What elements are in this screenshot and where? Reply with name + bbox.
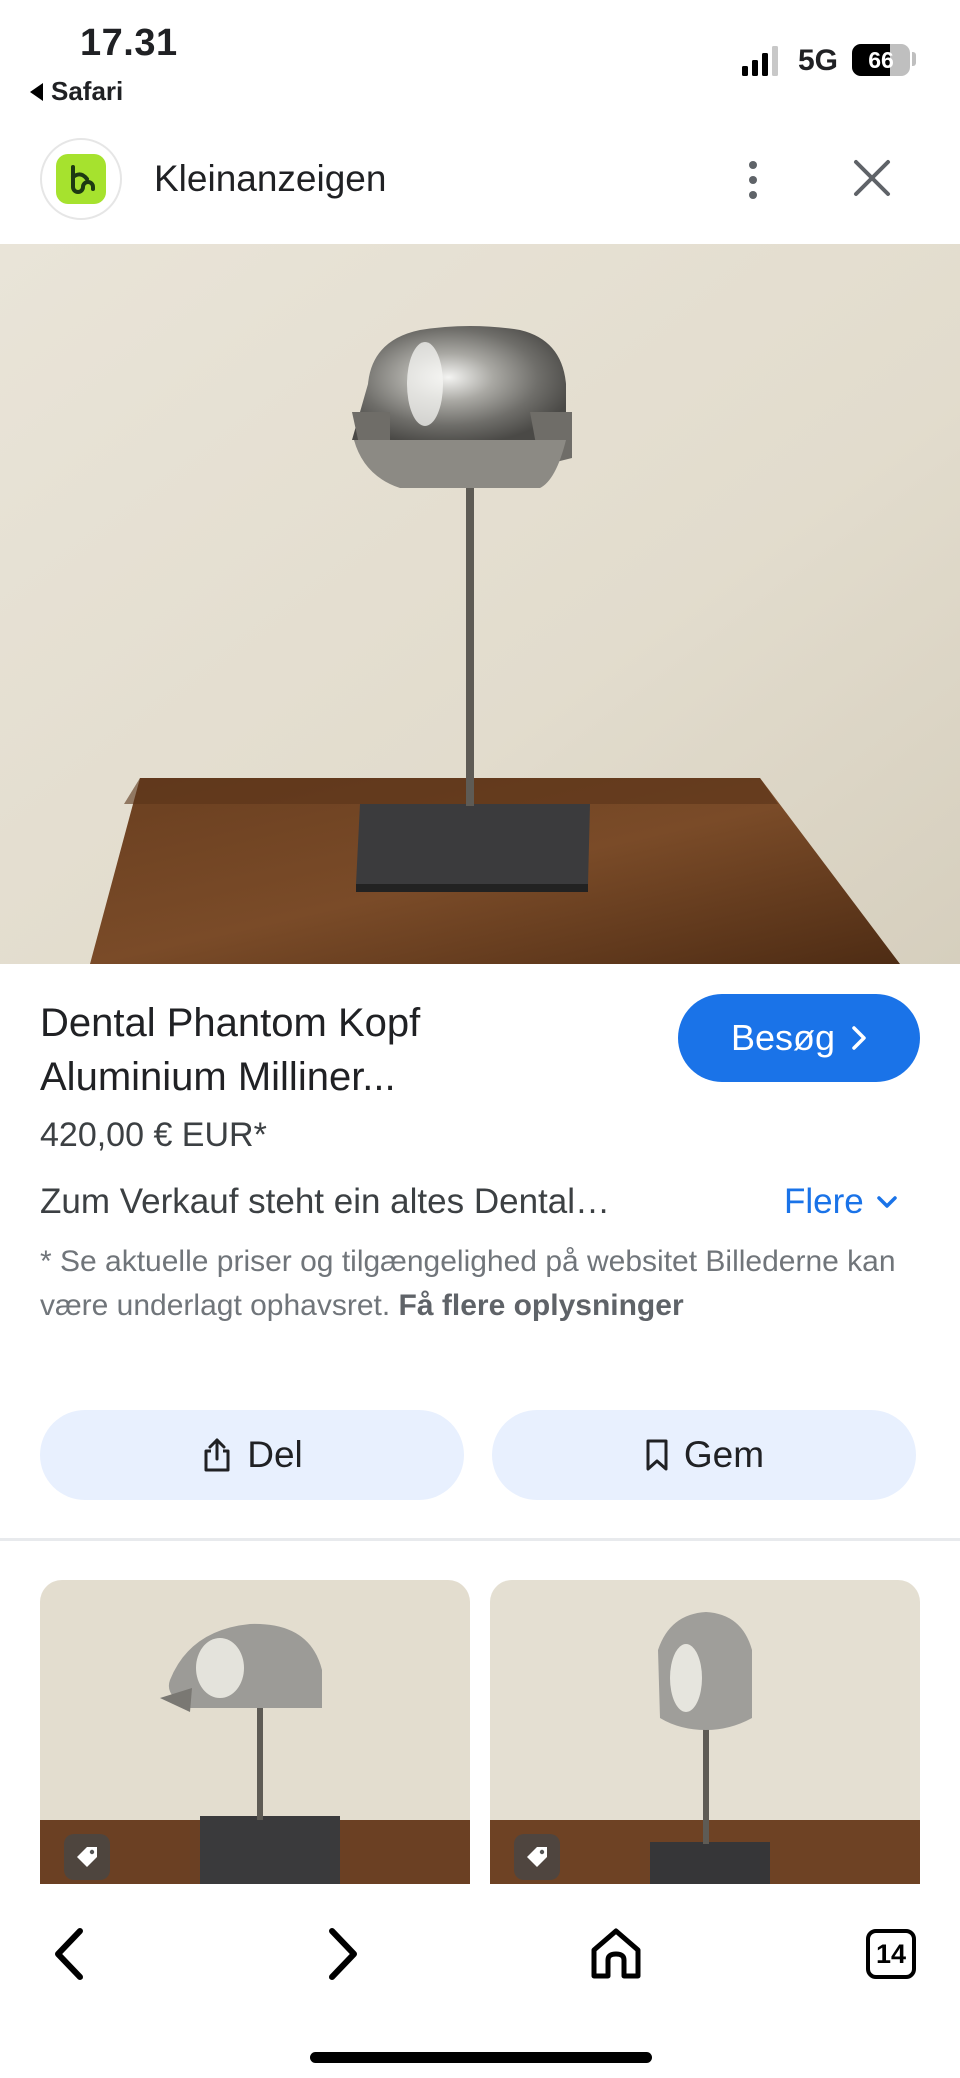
chevron-right-icon — [329, 1928, 357, 1980]
more-info-link[interactable]: Få flere oplysninger — [399, 1289, 684, 1322]
network-type: 5G — [798, 44, 839, 77]
back-app-label: Safari — [51, 76, 124, 106]
forward-button[interactable] — [302, 1914, 382, 1994]
tabs-count: 14 — [875, 1938, 907, 1969]
back-triangle-icon — [30, 82, 43, 101]
home-button[interactable] — [576, 1914, 656, 1994]
share-button-label: Del — [247, 1434, 303, 1475]
price-tag-icon — [64, 1834, 110, 1880]
product-price: 420,00 € EUR* — [40, 1116, 267, 1154]
back-button[interactable] — [30, 1914, 110, 1994]
share-button[interactable]: Del — [40, 1410, 464, 1500]
related-image-2[interactable] — [490, 1580, 920, 1890]
product-title[interactable]: Dental Phantom Kopf Aluminium Milliner..… — [40, 996, 660, 1104]
status-bar: 17.31 Safari 5G 66 — [0, 0, 960, 130]
tabs-button[interactable]: 14 — [851, 1914, 931, 1994]
price-tag-icon — [514, 1834, 560, 1880]
visit-button-label: Besøg — [730, 1017, 836, 1058]
disclaimer-note: * Se aktuelle priser og tilgængelighed p… — [40, 1240, 930, 1328]
status-time: 17.31 — [80, 22, 178, 64]
site-logo[interactable] — [40, 138, 122, 220]
back-to-app[interactable]: Safari — [30, 76, 123, 107]
close-icon[interactable] — [848, 152, 896, 204]
visit-button[interactable]: Besøg — [678, 994, 920, 1082]
more-vert-icon[interactable] — [738, 150, 768, 210]
signal-icon — [742, 44, 778, 76]
product-description: Zum Verkauf steht ein altes Dental… — [40, 1182, 610, 1221]
chevron-left-icon — [55, 1928, 83, 1980]
save-button-label: Gem — [683, 1434, 765, 1475]
battery-percent: 66 — [868, 46, 894, 73]
bookmark-icon — [646, 1439, 668, 1471]
chevron-down-icon — [877, 1196, 897, 1208]
browser-toolbar: 14 — [0, 1884, 960, 2078]
section-divider — [0, 1538, 960, 1541]
product-title-line-2: Aluminium Milliner... — [40, 1055, 396, 1099]
home-icon — [591, 1928, 641, 1979]
site-name: Kleinanzeigen — [154, 158, 387, 199]
share-icon — [204, 1438, 230, 1472]
site-header: Kleinanzeigen — [0, 130, 960, 244]
more-button-label: Flere — [784, 1182, 864, 1221]
home-indicator[interactable] — [310, 2052, 652, 2063]
kleinanzeigen-logo-icon — [56, 154, 106, 204]
battery-icon: 66 — [852, 44, 910, 76]
battery-nub — [912, 52, 916, 66]
save-button[interactable]: Gem — [492, 1410, 916, 1500]
related-image-1[interactable] — [40, 1580, 470, 1890]
chevron-right-icon — [852, 1026, 866, 1050]
more-button[interactable]: Flere — [784, 1182, 898, 1222]
product-title-line-1: Dental Phantom Kopf — [40, 1001, 421, 1045]
product-image[interactable] — [0, 244, 960, 964]
